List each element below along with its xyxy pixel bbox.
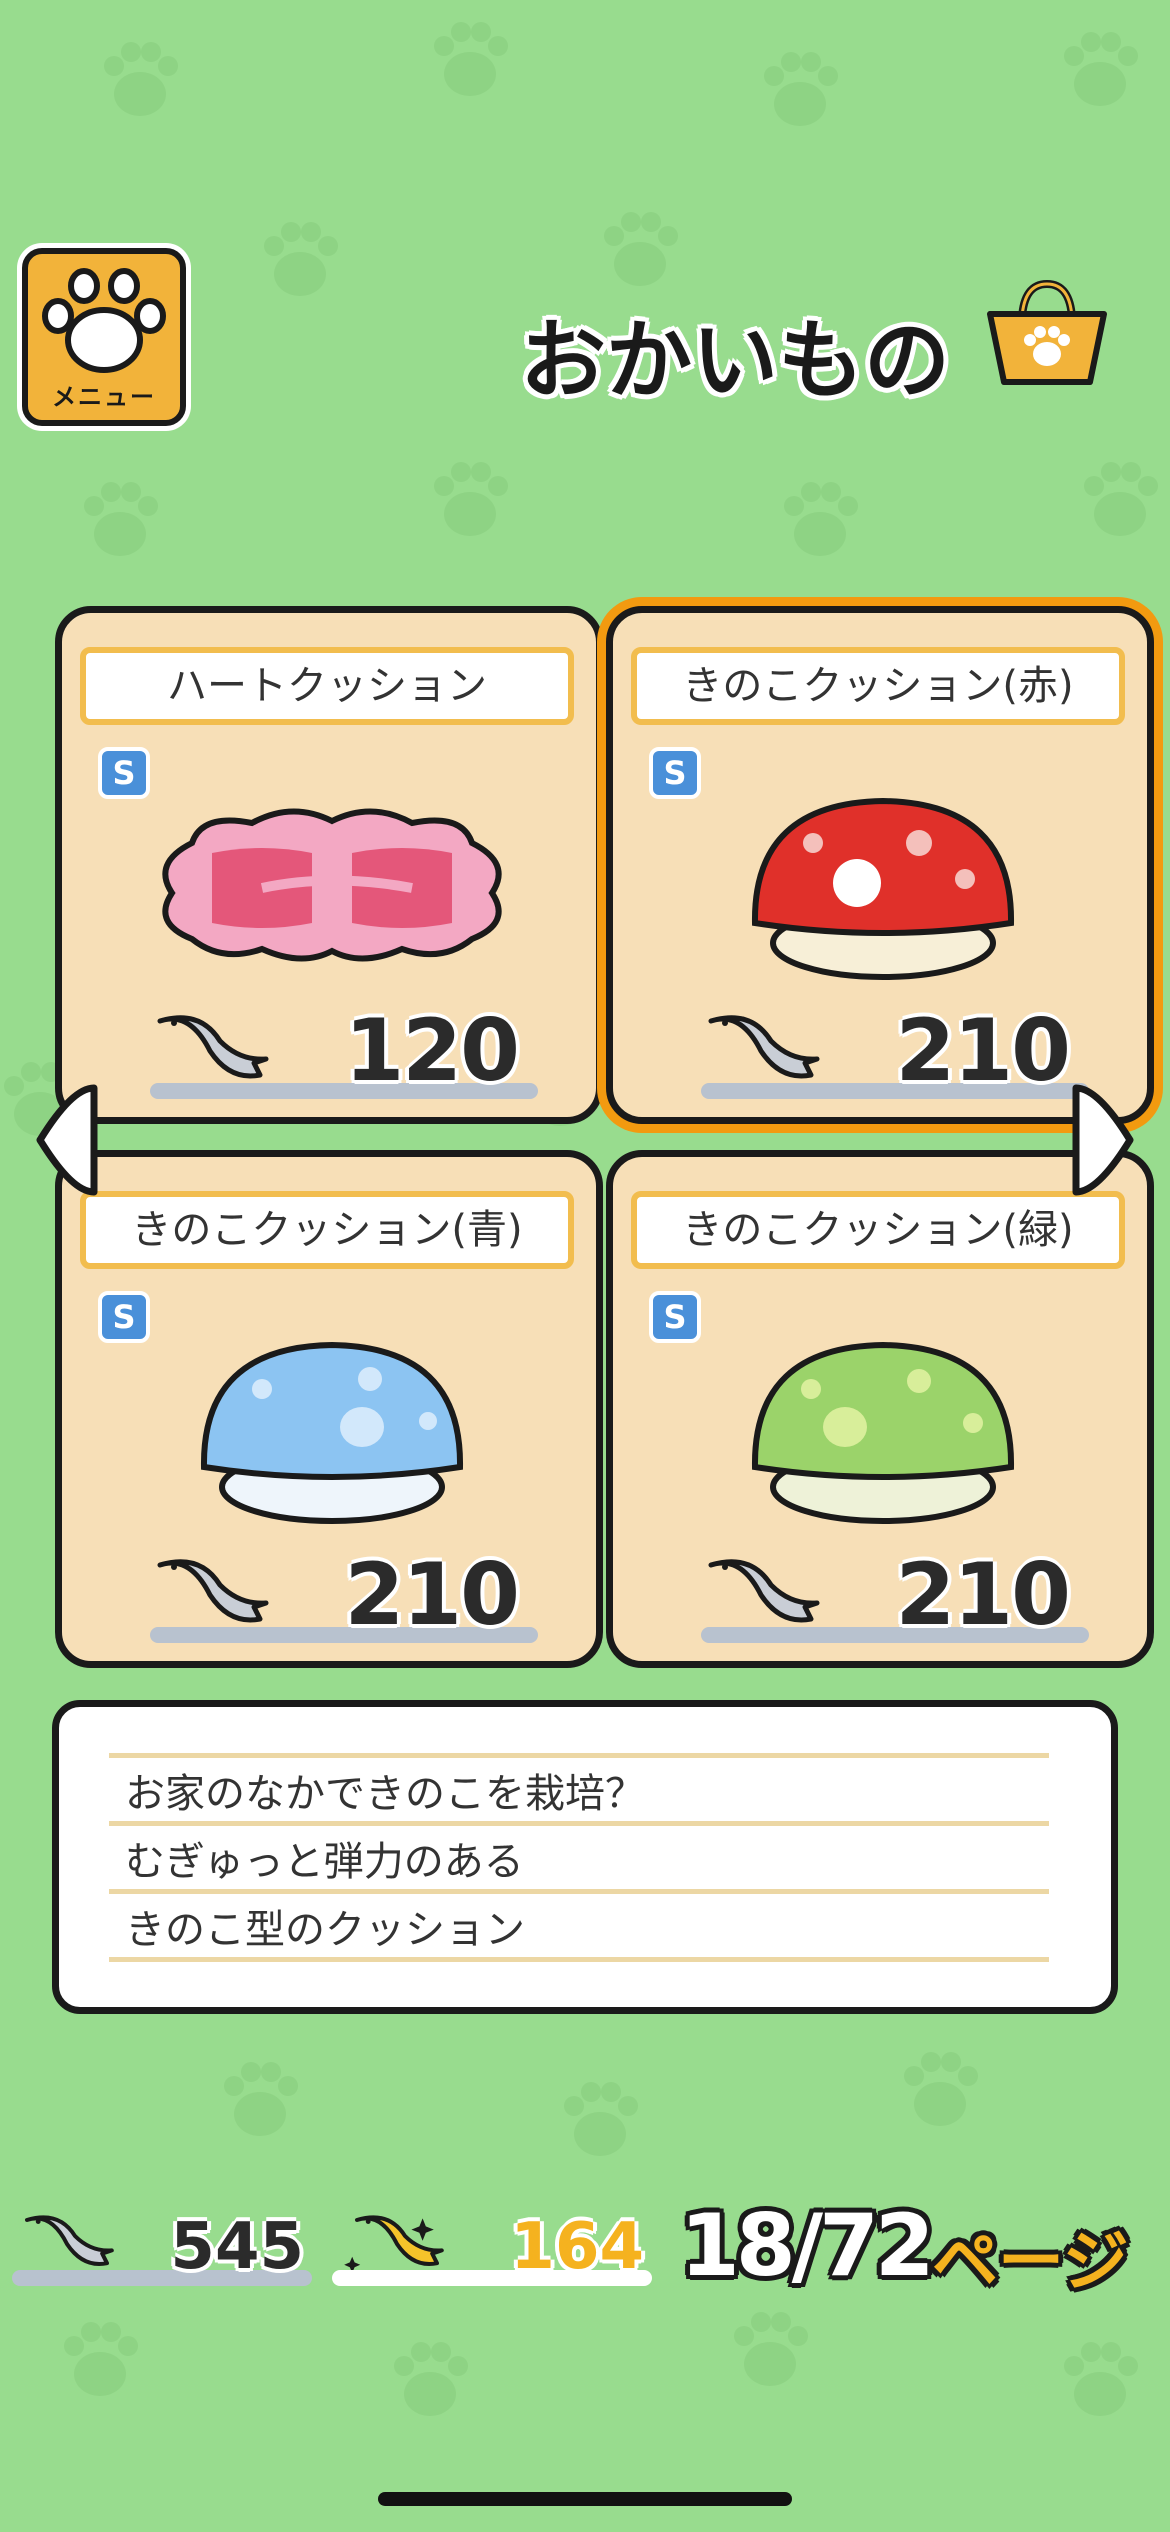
- prev-page-arrow-icon[interactable]: [32, 1080, 102, 1200]
- red-mushroom-cushion-icon: [751, 797, 1015, 980]
- next-page-arrow-icon[interactable]: [1068, 1080, 1138, 1200]
- item-name: きのこクッション(赤): [631, 647, 1125, 725]
- item-name: ハートクッション: [80, 647, 574, 725]
- shop-item-card[interactable]: きのこクッション(緑) S 210: [606, 1150, 1154, 1668]
- green-mushroom-cushion-icon: [751, 1341, 1015, 1524]
- shopping-bag-icon: [987, 279, 1107, 385]
- item-description-box: お家のなかできのこを栽培？ むぎゅっと弾力のある きのこ型のクッション: [52, 1700, 1118, 2014]
- fish-currency: 545: [12, 2210, 312, 2290]
- blue-mushroom-cushion-icon: [200, 1341, 464, 1524]
- home-indicator[interactable]: [378, 2492, 792, 2506]
- shop-item-card[interactable]: ハートクッション S 120: [55, 606, 603, 1124]
- page-title: おかいもの: [520, 311, 950, 411]
- shop-item-card-selected[interactable]: きのこクッション(赤) S 210: [606, 606, 1154, 1124]
- menu-label: メニュー: [52, 383, 156, 411]
- description-line: きのこ型のクッション: [109, 1889, 1049, 1962]
- heart-cushion-icon: [162, 808, 502, 962]
- item-name: きのこクッション(青): [80, 1191, 574, 1269]
- page-indicator: 18/72: [680, 2196, 935, 2296]
- page-label: ページ: [932, 2223, 1129, 2300]
- item-name: きのこクッション(緑): [631, 1191, 1125, 1269]
- item-price: 120: [344, 1001, 520, 1101]
- gold-fish-count: 164: [510, 2210, 644, 2284]
- item-price: 210: [895, 1001, 1071, 1101]
- fish-count: 545: [170, 2210, 304, 2284]
- item-price: 210: [895, 1545, 1071, 1645]
- shop-item-card[interactable]: きのこクッション(青) S 210: [55, 1150, 603, 1668]
- description-line: お家のなかできのこを栽培？: [109, 1753, 1049, 1821]
- menu-button[interactable]: メニュー: [22, 248, 186, 426]
- gold-fish-currency: 164: [332, 2210, 652, 2290]
- item-price: 210: [344, 1545, 520, 1645]
- paw-icon: [42, 268, 166, 373]
- description-line: むぎゅっと弾力のある: [109, 1821, 1049, 1889]
